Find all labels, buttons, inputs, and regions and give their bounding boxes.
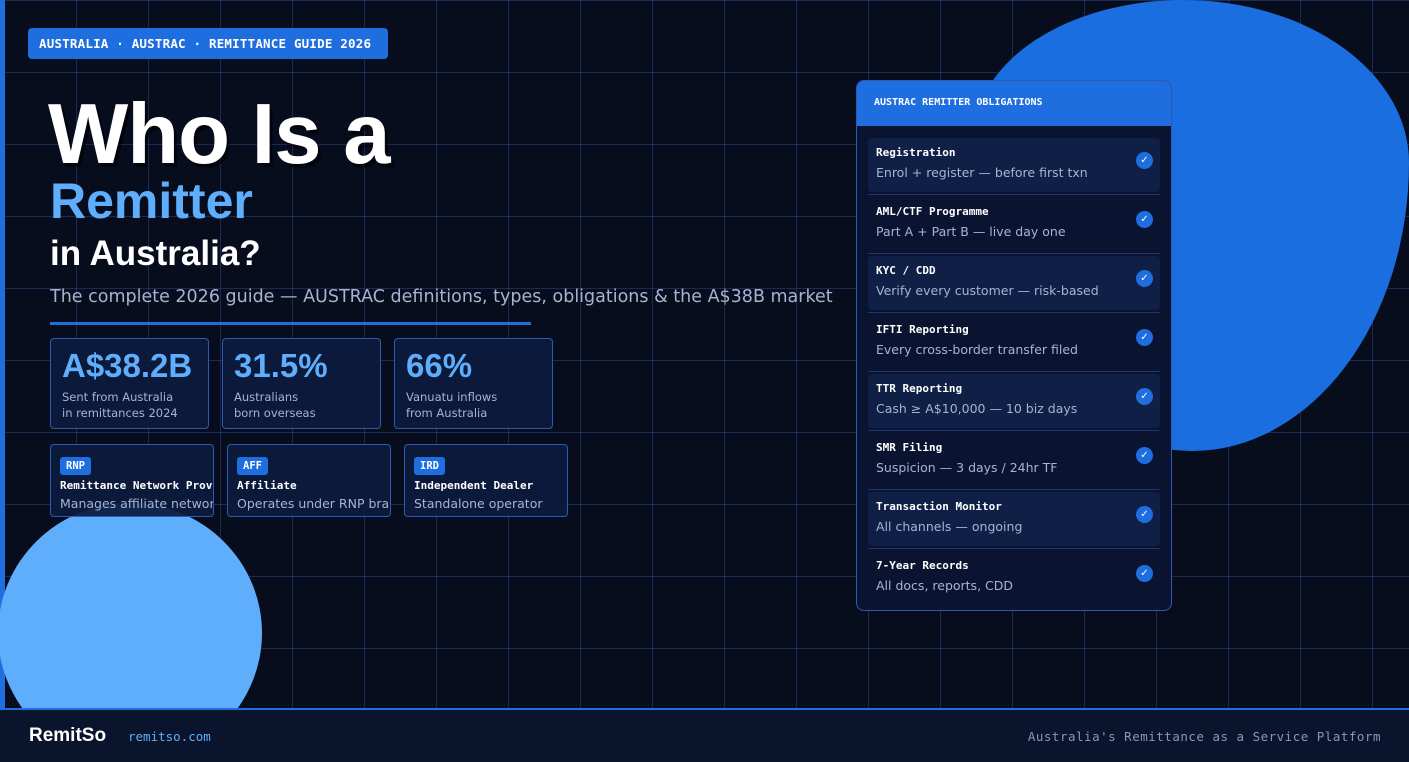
obligation-item: SMR Filing Suspicion — 3 days / 24hr TF …	[868, 433, 1160, 490]
obligation-description: Cash ≥ A$10,000 — 10 biz days	[876, 401, 1078, 416]
obligation-title: Transaction Monitor	[876, 500, 1002, 513]
obligation-item: Transaction Monitor All channels — ongoi…	[868, 492, 1160, 549]
stat-value: 66%	[406, 347, 473, 384]
obligation-item: IFTI Reporting Every cross-border transf…	[868, 315, 1160, 372]
obligation-title: AML/CTF Programme	[876, 205, 989, 218]
footer: RemitSo remitso.com Australia's Remittan…	[0, 708, 1409, 762]
stat-value: 31.5%	[234, 347, 328, 384]
stat-label: in remittances 2024	[62, 406, 178, 420]
stat-card-born-overseas: 31.5% Australians born overseas	[222, 338, 381, 429]
type-card-affiliate: AFF Affiliate Operates under RNP brand	[227, 444, 391, 517]
obligation-description: Every cross-border transfer filed	[876, 342, 1078, 357]
check-circle-icon: ✓	[1136, 388, 1153, 405]
stat-label: Australians	[234, 390, 299, 404]
type-description: Standalone operator	[414, 496, 543, 511]
stat-label: from Australia	[406, 406, 488, 420]
check-circle-icon: ✓	[1136, 152, 1153, 169]
type-name: Independent Dealer	[414, 479, 534, 492]
type-description: Operates under RNP brand	[237, 496, 391, 511]
obligation-title: Registration	[876, 146, 956, 159]
type-card-independent-dealer: IRD Independent Dealer Standalone operat…	[404, 444, 568, 517]
stat-card-remittances: A$38.2B Sent from Australia in remittanc…	[50, 338, 209, 429]
obligations-list: Registration Enrol + register — before f…	[857, 126, 1171, 605]
obligations-panel-title: AUSTRAC REMITTER OBLIGATIONS	[857, 81, 1171, 126]
obligation-title: TTR Reporting	[876, 382, 963, 395]
obligation-title: KYC / CDD	[876, 264, 936, 277]
brand-logo: RemitSo	[29, 725, 107, 746]
page-title: Who Is a	[48, 87, 390, 182]
obligation-description: Part A + Part B — live day one	[876, 224, 1066, 239]
check-circle-icon: ✓	[1136, 270, 1153, 287]
obligation-description: All channels — ongoing	[876, 519, 1023, 534]
stat-label: Vanuatu inflows	[406, 390, 498, 404]
obligation-title: IFTI Reporting	[876, 323, 969, 336]
page-title-suffix: in Australia?	[50, 234, 261, 273]
check-circle-icon: ✓	[1136, 211, 1153, 228]
obligation-description: Suspicion — 3 days / 24hr TF	[876, 460, 1058, 475]
type-badge: IRD	[414, 457, 445, 475]
obligations-panel: AUSTRAC REMITTER OBLIGATIONS Registratio…	[856, 80, 1172, 611]
type-badge: RNP	[60, 457, 91, 475]
stat-value: A$38.2B	[62, 347, 193, 384]
type-name: Remittance Network Provider	[60, 479, 213, 492]
obligation-item: TTR Reporting Cash ≥ A$10,000 — 10 biz d…	[868, 374, 1160, 431]
stat-card-vanuatu: 66% Vanuatu inflows from Australia	[394, 338, 553, 429]
obligation-description: All docs, reports, CDD	[876, 578, 1013, 593]
type-name: Affiliate	[237, 479, 297, 492]
page-title-highlight: Remitter	[50, 173, 253, 229]
check-circle-icon: ✓	[1136, 506, 1153, 523]
obligation-item: AML/CTF Programme Part A + Part B — live…	[868, 197, 1160, 254]
check-circle-icon: ✓	[1136, 447, 1153, 464]
footer-tagline: Australia's Remittance as a Service Plat…	[1027, 729, 1381, 744]
check-circle-icon: ✓	[1136, 329, 1153, 346]
obligation-description: Verify every customer — risk-based	[876, 283, 1099, 298]
type-description: Manages affiliate network	[60, 496, 214, 511]
website-link[interactable]: remitso.com	[128, 729, 211, 744]
page-subtitle: The complete 2026 guide — AUSTRAC defini…	[50, 287, 833, 307]
stat-label: born overseas	[234, 406, 316, 420]
obligation-item: KYC / CDD Verify every customer — risk-b…	[868, 256, 1160, 313]
category-tag: AUSTRALIA · AUSTRAC · REMITTANCE GUIDE 2…	[28, 28, 388, 59]
obligation-description: Enrol + register — before first txn	[876, 165, 1088, 180]
obligation-title: 7-Year Records	[876, 559, 969, 572]
title-divider	[50, 322, 531, 325]
stat-label: Sent from Australia	[62, 390, 174, 404]
check-circle-icon: ✓	[1136, 565, 1153, 582]
obligation-title: SMR Filing	[876, 441, 943, 454]
obligation-item: Registration Enrol + register — before f…	[868, 138, 1160, 195]
obligation-item: 7-Year Records All docs, reports, CDD ✓	[868, 551, 1160, 605]
type-badge: AFF	[237, 457, 268, 475]
type-card-rnp: RNP Remittance Network Provider Manages …	[50, 444, 214, 517]
